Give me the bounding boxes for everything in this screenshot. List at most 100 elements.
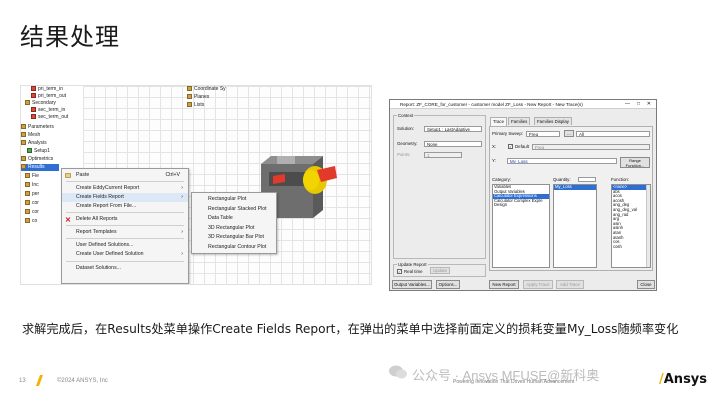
y-expression-field[interactable]: My_Loss	[507, 158, 617, 164]
terminal-icon	[31, 93, 36, 98]
menu-item-dataset-solutions[interactable]: Dataset Solutions...	[62, 264, 188, 273]
output-variables-button[interactable]: Output Variables...	[392, 280, 432, 289]
tree-item[interactable]: cor	[25, 200, 39, 207]
range-function-button[interactable]: Range Function...	[620, 157, 650, 168]
primary-sweep-options-button[interactable]: …	[564, 130, 574, 137]
solution-select[interactable]: Setup1 : LastAdaptive	[424, 126, 482, 132]
slide-title: 结果处理	[20, 23, 120, 51]
tree-item[interactable]: sec_term_out	[31, 114, 68, 121]
category-list[interactable]: Variables Output Variables Calculator Ex…	[492, 184, 550, 268]
terminal-icon	[31, 86, 36, 91]
terminal-icon	[31, 107, 36, 112]
tree-item[interactable]: Parameters	[21, 124, 54, 131]
folder-icon	[21, 132, 26, 137]
x-default-checkbox[interactable]: ✓	[508, 144, 513, 149]
trace-panel: Primary Sweep: Freq … All X: ✓ Default F…	[489, 126, 653, 271]
folder-icon	[21, 140, 26, 145]
folder-icon	[25, 173, 30, 178]
menu-item-report-templates[interactable]: Report Templates ›	[62, 228, 188, 237]
folder-icon	[21, 156, 26, 161]
menu-item-delete-all-reports[interactable]: Delete All Reports	[62, 215, 188, 224]
tab-trace[interactable]: Trace	[490, 117, 508, 126]
tree-item[interactable]: pri_term_out	[31, 93, 66, 100]
realtime-checkbox[interactable]: ✓	[397, 269, 402, 274]
tab-families-display[interactable]: Families Display	[534, 117, 572, 125]
x-expression-field[interactable]: Freq	[532, 144, 650, 150]
folder-icon	[25, 100, 30, 105]
wechat-icon	[389, 365, 407, 379]
tree-item[interactable]: Secondary	[25, 100, 56, 107]
submenu-rectangular-contour-plot[interactable]: Rectangular Contour Plot	[192, 243, 276, 253]
context-group: Context Solution: Setup1 : LastAdaptive …	[393, 113, 486, 259]
new-report-button[interactable]: New Report	[489, 280, 519, 289]
tree-item[interactable]: Setup1	[27, 148, 50, 155]
report-dialog: Report: ZF_CORE_for_customer - customer …	[389, 99, 657, 291]
results-icon	[21, 164, 26, 169]
tree-item[interactable]: Fie	[25, 173, 39, 180]
submenu-3d-rectangular-bar-plot[interactable]: 3D Rectangular Bar Plot	[192, 233, 276, 243]
lists-item[interactable]: Lists	[194, 102, 204, 108]
menu-item-user-defined-solutions[interactable]: User Defined Solutions...	[62, 241, 188, 250]
tree-item[interactable]: cor	[25, 209, 39, 216]
delete-icon	[65, 217, 71, 222]
tree-item[interactable]: Optimetrics	[21, 156, 53, 163]
chevron-right-icon: ›	[181, 229, 183, 235]
tree-item[interactable]: sec_term_in	[31, 107, 65, 114]
tree-item[interactable]: per	[25, 191, 39, 198]
results-context-menu: Paste Ctrl+V Create EddyCurrent Report › C…	[61, 168, 189, 284]
dialog-title: Report: ZF_CORE_for_customer - customer …	[400, 102, 583, 107]
tree-item[interactable]: pri_term_in	[31, 86, 63, 93]
list-item[interactable]: Design	[493, 203, 549, 208]
primary-sweep-select[interactable]: Freq	[526, 131, 560, 137]
folder-icon	[25, 182, 30, 187]
tree-item[interactable]: Mesh	[21, 132, 40, 139]
function-list[interactable]: <none> abs acos acosh ang_deg ang_deg_va…	[611, 184, 651, 268]
menu-item-create-report-from-file[interactable]: Create Report From File...	[62, 202, 188, 211]
menu-item-paste[interactable]: Paste Ctrl+V	[62, 171, 188, 180]
points-field[interactable]: 1	[424, 152, 462, 158]
tree-item[interactable]: Analysis	[21, 140, 47, 147]
fields-report-submenu: Rectangular Plot Rectangular Stacked Plo…	[191, 192, 277, 254]
setup-icon	[27, 148, 32, 153]
page-number: 13	[19, 378, 26, 384]
quantity-list[interactable]: My_Loss	[553, 184, 597, 268]
planes-item[interactable]: Planes	[194, 94, 209, 100]
maximize-button[interactable]: □	[637, 100, 640, 109]
tree-item[interactable]: Inc	[25, 182, 39, 189]
menu-item-create-user-defined-solution[interactable]: Create User Defined Solution ›	[62, 250, 188, 259]
minimize-button[interactable]: —	[625, 100, 630, 109]
coordinate-systems-item[interactable]: Coordinate Sy	[194, 86, 226, 92]
update-report-group: Update Report ✓ Real time Update	[393, 262, 486, 277]
footer-slash-icon	[35, 375, 44, 386]
list-item[interactable]: My_Loss	[554, 185, 596, 190]
submenu-3d-rectangular-plot[interactable]: 3D Rectangular Plot	[192, 224, 276, 234]
apply-trace-button[interactable]: Apply Trace	[523, 280, 553, 289]
add-trace-button[interactable]: Add Trace	[556, 280, 584, 289]
copyright-text: ©2024 ANSYS, Inc	[57, 378, 108, 384]
primary-sweep-all[interactable]: All	[576, 131, 650, 137]
chevron-right-icon: ›	[181, 251, 183, 257]
folder-icon	[21, 124, 26, 129]
geometry-select[interactable]: None	[424, 141, 482, 147]
options-button[interactable]: Options...	[436, 280, 460, 289]
menu-item-create-fields-report[interactable]: Create Fields Report ›	[62, 193, 188, 202]
aedt-screenshot: Coordinate Sy Planes Lists pri_term_in p…	[20, 85, 372, 285]
chevron-right-icon: ›	[181, 194, 183, 200]
tree-item-results[interactable]: Results	[21, 164, 59, 171]
submenu-data-table[interactable]: Data Table	[192, 214, 276, 224]
folder-icon	[25, 200, 30, 205]
footer-tagline: Powering Innovation That Drives Human Ad…	[453, 379, 575, 385]
trace-tabs: Trace Families Families Display	[490, 117, 652, 126]
update-button[interactable]: Update	[430, 267, 450, 274]
close-button[interactable]: Close	[637, 280, 655, 289]
terminal-icon	[31, 114, 36, 119]
submenu-rectangular-stacked-plot[interactable]: Rectangular Stacked Plot	[192, 205, 276, 215]
submenu-rectangular-plot[interactable]: Rectangular Plot	[192, 195, 276, 205]
quantity-filter-field[interactable]	[578, 177, 596, 182]
tree-item[interactable]: co	[25, 218, 37, 225]
close-icon[interactable]: ✕	[647, 100, 651, 109]
tab-families[interactable]: Families	[508, 117, 531, 125]
function-list-scrollbar[interactable]	[646, 185, 650, 267]
menu-item-create-eddycurrent-report[interactable]: Create EddyCurrent Report ›	[62, 184, 188, 193]
list-item[interactable]: cosh	[612, 244, 650, 250]
